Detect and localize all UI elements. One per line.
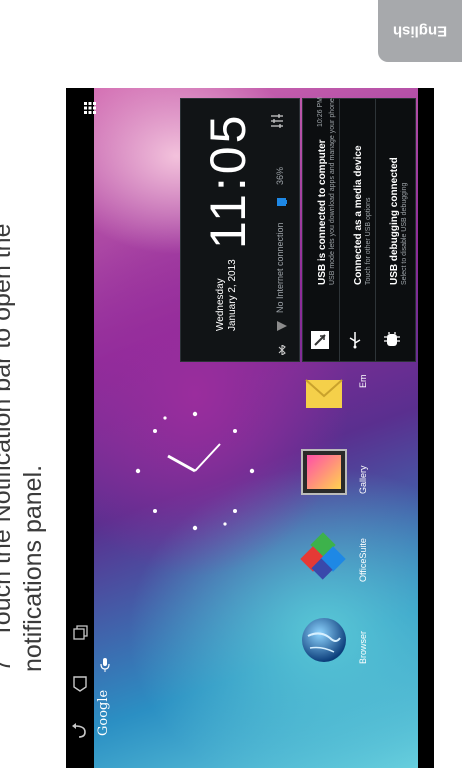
step-number: 7 bbox=[0, 658, 16, 672]
debug-icon bbox=[384, 332, 400, 346]
notification-subtitle: Touch for other USB options bbox=[365, 197, 372, 285]
app-label-browser[interactable]: Browser bbox=[358, 631, 368, 664]
notif-date: January 2, 2013 bbox=[227, 259, 238, 331]
notifications-header: Wednesday January 2, 2013 11:05 No Inter… bbox=[180, 98, 300, 362]
home-button[interactable] bbox=[70, 674, 90, 694]
notification-title: Connected as a media device bbox=[353, 145, 364, 285]
voice-search-icon[interactable] bbox=[100, 658, 110, 672]
back-button[interactable] bbox=[70, 722, 90, 742]
instruction-text: 7 Touch the Notification bar to open the… bbox=[0, 112, 49, 672]
network-status: No Internet connection bbox=[275, 222, 285, 313]
notif-day: Wednesday bbox=[215, 278, 226, 331]
wifi-icon bbox=[277, 321, 287, 331]
all-apps-icon[interactable] bbox=[84, 102, 96, 114]
app-label-gallery[interactable]: Gallery bbox=[358, 465, 368, 494]
back-icon bbox=[72, 723, 86, 738]
email-icon[interactable] bbox=[300, 370, 348, 418]
home-icon bbox=[73, 676, 87, 692]
notifications-panel[interactable]: Wednesday January 2, 2013 11:05 No Inter… bbox=[180, 97, 416, 362]
notification-divider bbox=[339, 99, 340, 361]
notification-divider bbox=[375, 99, 376, 361]
app-label-email[interactable]: Em bbox=[358, 375, 368, 389]
system-navigation-bar bbox=[66, 88, 94, 768]
battery-level: 36% bbox=[275, 166, 285, 185]
app-label-officesuite[interactable]: OfficeSuite bbox=[358, 538, 368, 582]
recent-apps-icon bbox=[73, 625, 88, 640]
tablet-screen: Google Browser OfficeSuite Gallery Em We… bbox=[66, 88, 434, 768]
notification-title: USB debugging connected bbox=[389, 157, 400, 285]
usb-computer-icon bbox=[311, 331, 329, 349]
officesuite-icon[interactable] bbox=[300, 532, 348, 580]
battery-icon bbox=[277, 198, 287, 206]
status-bar[interactable] bbox=[418, 88, 434, 768]
notification-list: USB is connected to computer USB mode le… bbox=[302, 97, 416, 362]
notification-time: 10:26 PM bbox=[317, 97, 324, 127]
notification-subtitle: USB mode lets you download apps and mana… bbox=[329, 98, 336, 285]
google-search-label[interactable]: Google bbox=[96, 690, 111, 736]
bluetooth-icon bbox=[278, 345, 286, 355]
quick-settings-icon[interactable] bbox=[269, 113, 285, 129]
instruction-body: Touch the Notification bar to open the n… bbox=[0, 223, 47, 672]
gallery-icon[interactable] bbox=[300, 448, 348, 496]
language-tab: English bbox=[378, 0, 462, 62]
analog-clock-widget[interactable] bbox=[130, 406, 260, 536]
notification-subtitle: Select to disable USB debugging bbox=[401, 182, 408, 285]
browser-icon[interactable] bbox=[300, 616, 348, 664]
usb-icon bbox=[349, 332, 361, 349]
notif-time: 11:05 bbox=[200, 112, 256, 249]
recent-apps-button[interactable] bbox=[70, 624, 90, 644]
notification-title: USB is connected to computer bbox=[317, 139, 328, 285]
language-tab-label: English bbox=[392, 22, 448, 40]
